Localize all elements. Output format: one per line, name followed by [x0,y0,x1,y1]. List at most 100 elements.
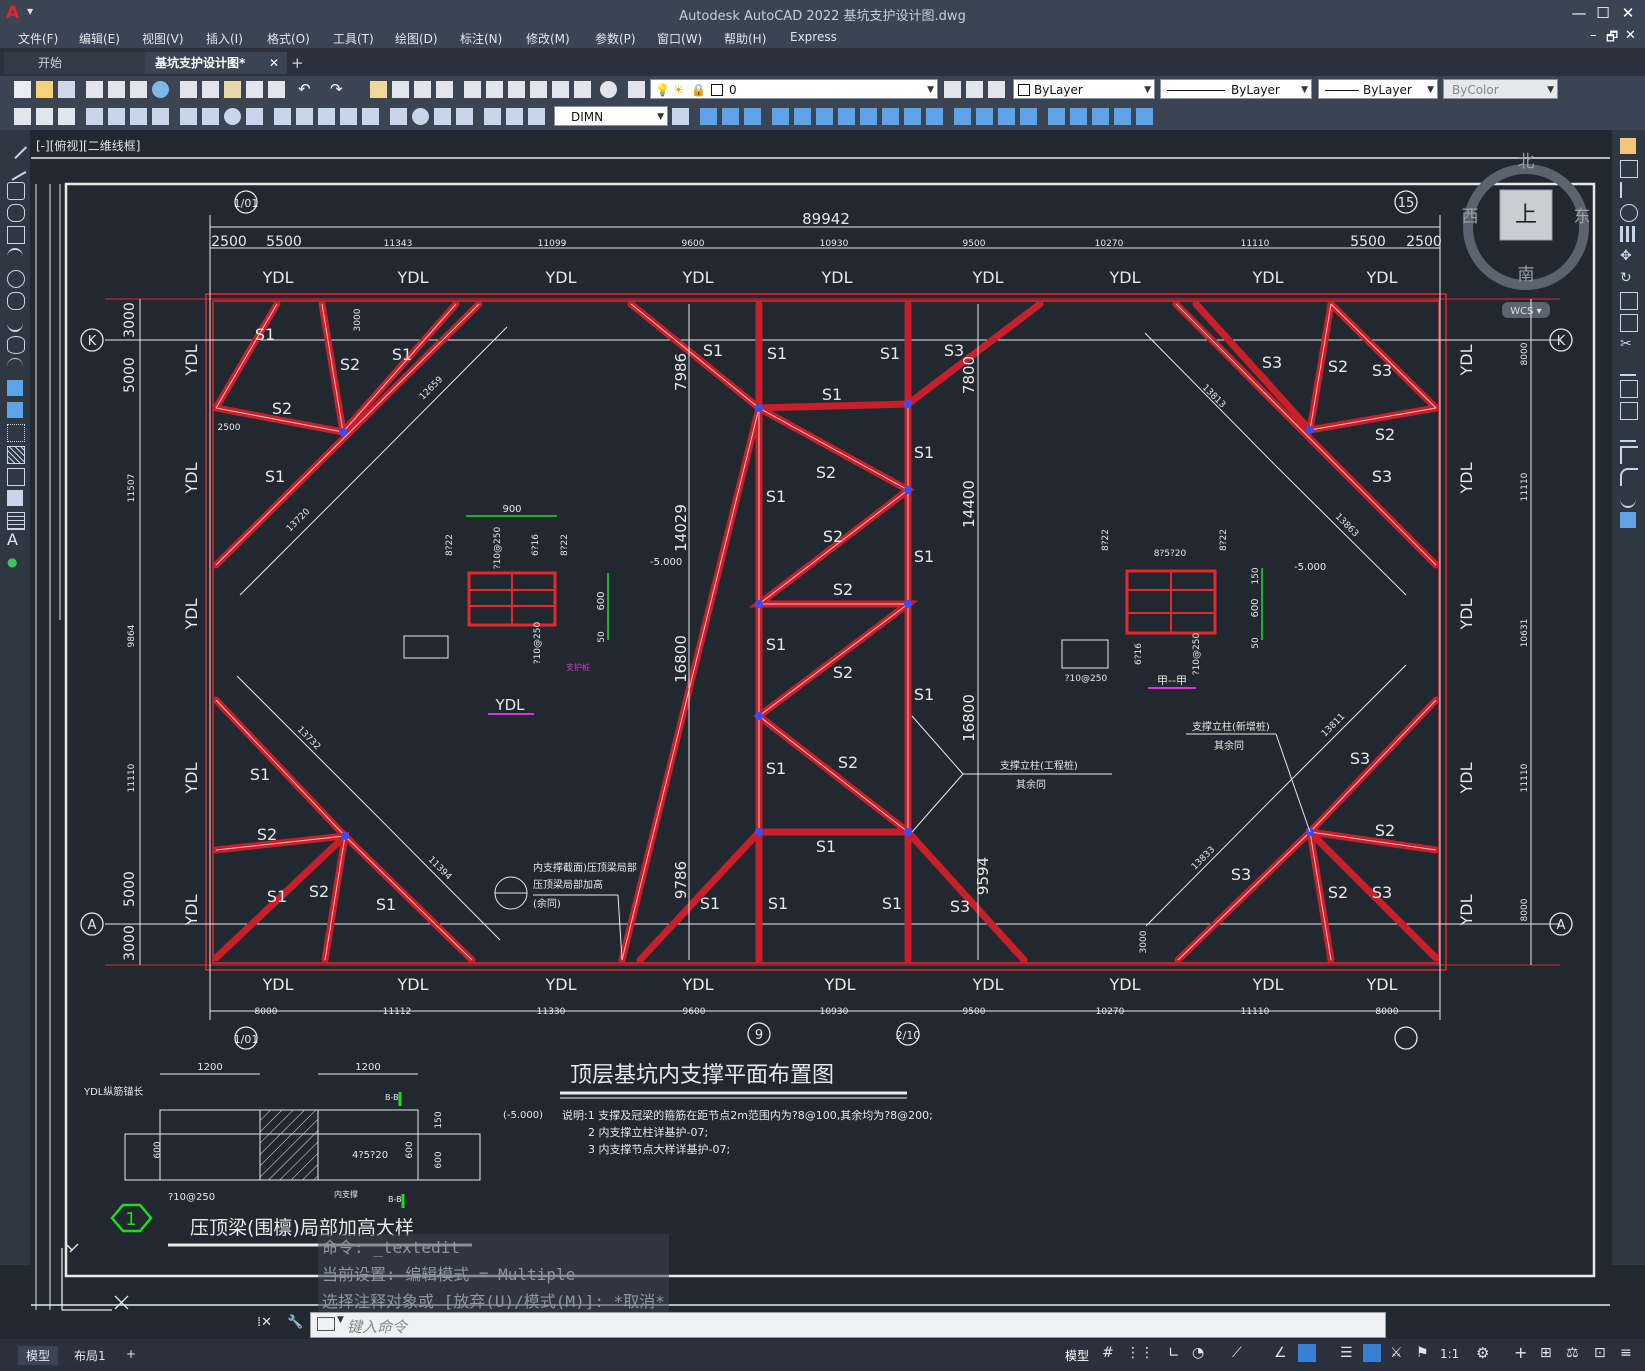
model-space-button[interactable]: 模型 [1065,1347,1089,1364]
svg-text:YDL: YDL [971,975,1003,994]
svg-text:(-5.000): (-5.000) [503,1110,543,1121]
annotation-scale-value[interactable]: 1:1 [1440,1347,1459,1361]
svg-text:2500: 2500 [1406,234,1442,250]
workspace-gear-icon[interactable]: ⚙ [1476,1344,1489,1362]
command-prompt-icon[interactable] [317,1317,335,1331]
svg-text:S2: S2 [340,355,360,374]
svg-text:YDL: YDL [1251,268,1283,287]
svg-text:11110: 11110 [1520,763,1530,792]
svg-text:11343: 11343 [384,239,413,249]
tab-layout1[interactable]: 布局1 [66,1346,114,1365]
svg-text:S3: S3 [1372,883,1392,902]
command-line[interactable]: ▼ 键入命令 [310,1312,1386,1338]
viewcube-east[interactable]: 东 [1574,207,1591,227]
lineweight-toggle-icon[interactable]: ☰ [1340,1345,1353,1361]
command-close-icon[interactable]: ⁞✕ [257,1315,285,1335]
svg-text:YDL: YDL [1365,268,1397,287]
svg-text:YDL: YDL [182,762,201,794]
grid-label-9: 9 [755,1028,763,1043]
annotation-monitor-icon[interactable]: + [1514,1343,1527,1362]
svg-text:600: 600 [405,1141,415,1158]
svg-text:S2: S2 [833,580,853,599]
svg-text:YDL: YDL [182,894,201,926]
viewcube-south[interactable]: 南 [1518,265,1535,285]
svg-text:16800: 16800 [672,635,690,683]
svg-text:13732: 13732 [295,725,322,752]
svg-text:2500: 2500 [218,423,241,433]
svg-text:11112: 11112 [383,1007,412,1017]
svg-text:YDL: YDL [396,268,428,287]
svg-text:S3: S3 [950,897,970,916]
svg-text:1: 1 [125,1209,136,1230]
svg-text:S3: S3 [1372,467,1392,486]
customize-wrench-icon[interactable]: 🔧 [287,1315,307,1335]
svg-text:2500: 2500 [211,234,247,250]
left-dimensions: 3000 5000 11507 9864 11110 5000 3000 [122,302,138,961]
grid-icon[interactable]: # [1102,1345,1114,1361]
svg-text:S2: S2 [816,463,836,482]
svg-text:压顶梁局部加高: 压顶梁局部加高 [533,878,603,891]
svg-text:10930: 10930 [820,1007,849,1017]
svg-text:YDL: YDL [820,268,852,287]
svg-text:?10@250: ?10@250 [533,622,543,665]
svg-text:S1: S1 [255,325,275,344]
svg-text:5500: 5500 [1350,234,1386,250]
annotation-visibility-icon[interactable] [1363,1344,1381,1362]
annotation-scale-icon[interactable]: ⚑ [1416,1345,1429,1361]
svg-text:3000: 3000 [1139,930,1149,953]
svg-text:9594: 9594 [974,857,992,895]
svg-text:B-B: B-B [385,1093,399,1102]
auto-scale-icon[interactable]: ⚔ [1390,1345,1403,1361]
svg-text:YDL: YDL [544,268,576,287]
svg-text:50: 50 [597,631,607,643]
command-history-line: 选择注释对象或 [放弃(U)/模式(M)]: *取消* [318,1288,669,1315]
svg-text:10270: 10270 [1095,239,1124,249]
polar-icon[interactable]: ◔ [1192,1345,1204,1361]
grid-label-a-right: A [1557,918,1566,933]
drawing-notes: 说明:1 支撑及冠梁的箍筋在距节点2m范围内为?8@100,其余均为?8@200… [562,1108,933,1156]
tab-model[interactable]: 模型 [18,1346,59,1365]
svg-text:7800: 7800 [960,356,978,394]
svg-text:S1: S1 [914,547,934,566]
svg-text:S1: S1 [914,443,934,462]
svg-text:150: 150 [434,1111,444,1128]
svg-text:10631: 10631 [1520,619,1530,648]
command-input[interactable]: 键入命令 [347,1316,407,1337]
svg-text:?10@250: ?10@250 [1065,674,1108,684]
grid-labels: K A K A 1/01 15 1/01 9 2/10 [88,196,1566,1046]
svg-text:7986: 7986 [672,353,690,391]
svg-text:?10@250: ?10@250 [168,1192,215,1203]
wcs-menu[interactable]: WCS ▾ [1510,306,1541,317]
svg-text:S1: S1 [880,344,900,363]
add-layout-button[interactable]: + [118,1346,144,1362]
svg-text:5000: 5000 [122,357,138,393]
svg-text:9500: 9500 [963,239,986,249]
clean-screen-icon[interactable]: ⊡ [1594,1345,1606,1361]
svg-text:600: 600 [434,1151,444,1168]
viewcube-north[interactable]: 北 [1518,152,1535,172]
viewcube[interactable]: 上 北 南 西 东 WCS ▾ [1462,152,1591,318]
chevron-down-icon[interactable]: ▼ [337,1315,344,1325]
snap-icon[interactable]: ⋮⋮ [1126,1345,1154,1361]
command-history-line: 当前设置: 编辑模式 = Multiple [318,1261,669,1288]
viewcube-west[interactable]: 西 [1462,207,1479,227]
svg-text:S1: S1 [822,385,842,404]
svg-text:8?5?20: 8?5?20 [1154,549,1187,559]
customization-icon[interactable]: ≡ [1620,1345,1632,1361]
ortho-icon[interactable]: ∟ [1168,1345,1180,1361]
object-snap-icon[interactable] [1298,1344,1316,1362]
object-snap-tracking-icon[interactable]: ∠ [1274,1345,1287,1361]
quick-properties-icon[interactable]: ⚖ [1566,1345,1579,1361]
isodraft-icon[interactable]: ⟋ [1232,1345,1242,1361]
svg-text:YDL: YDL [182,344,201,376]
svg-text:S1: S1 [392,345,412,364]
svg-text:S3: S3 [1231,865,1251,884]
svg-text:S2: S2 [1375,821,1395,840]
svg-text:YDL: YDL [1457,344,1476,376]
svg-text:6?16: 6?16 [1134,643,1144,665]
svg-text:11110: 11110 [127,763,137,792]
svg-text:S1: S1 [767,344,787,363]
svg-text:11110: 11110 [1241,239,1270,249]
units-icon[interactable]: ⊞ [1540,1345,1552,1361]
viewcube-top[interactable]: 上 [1515,203,1537,228]
